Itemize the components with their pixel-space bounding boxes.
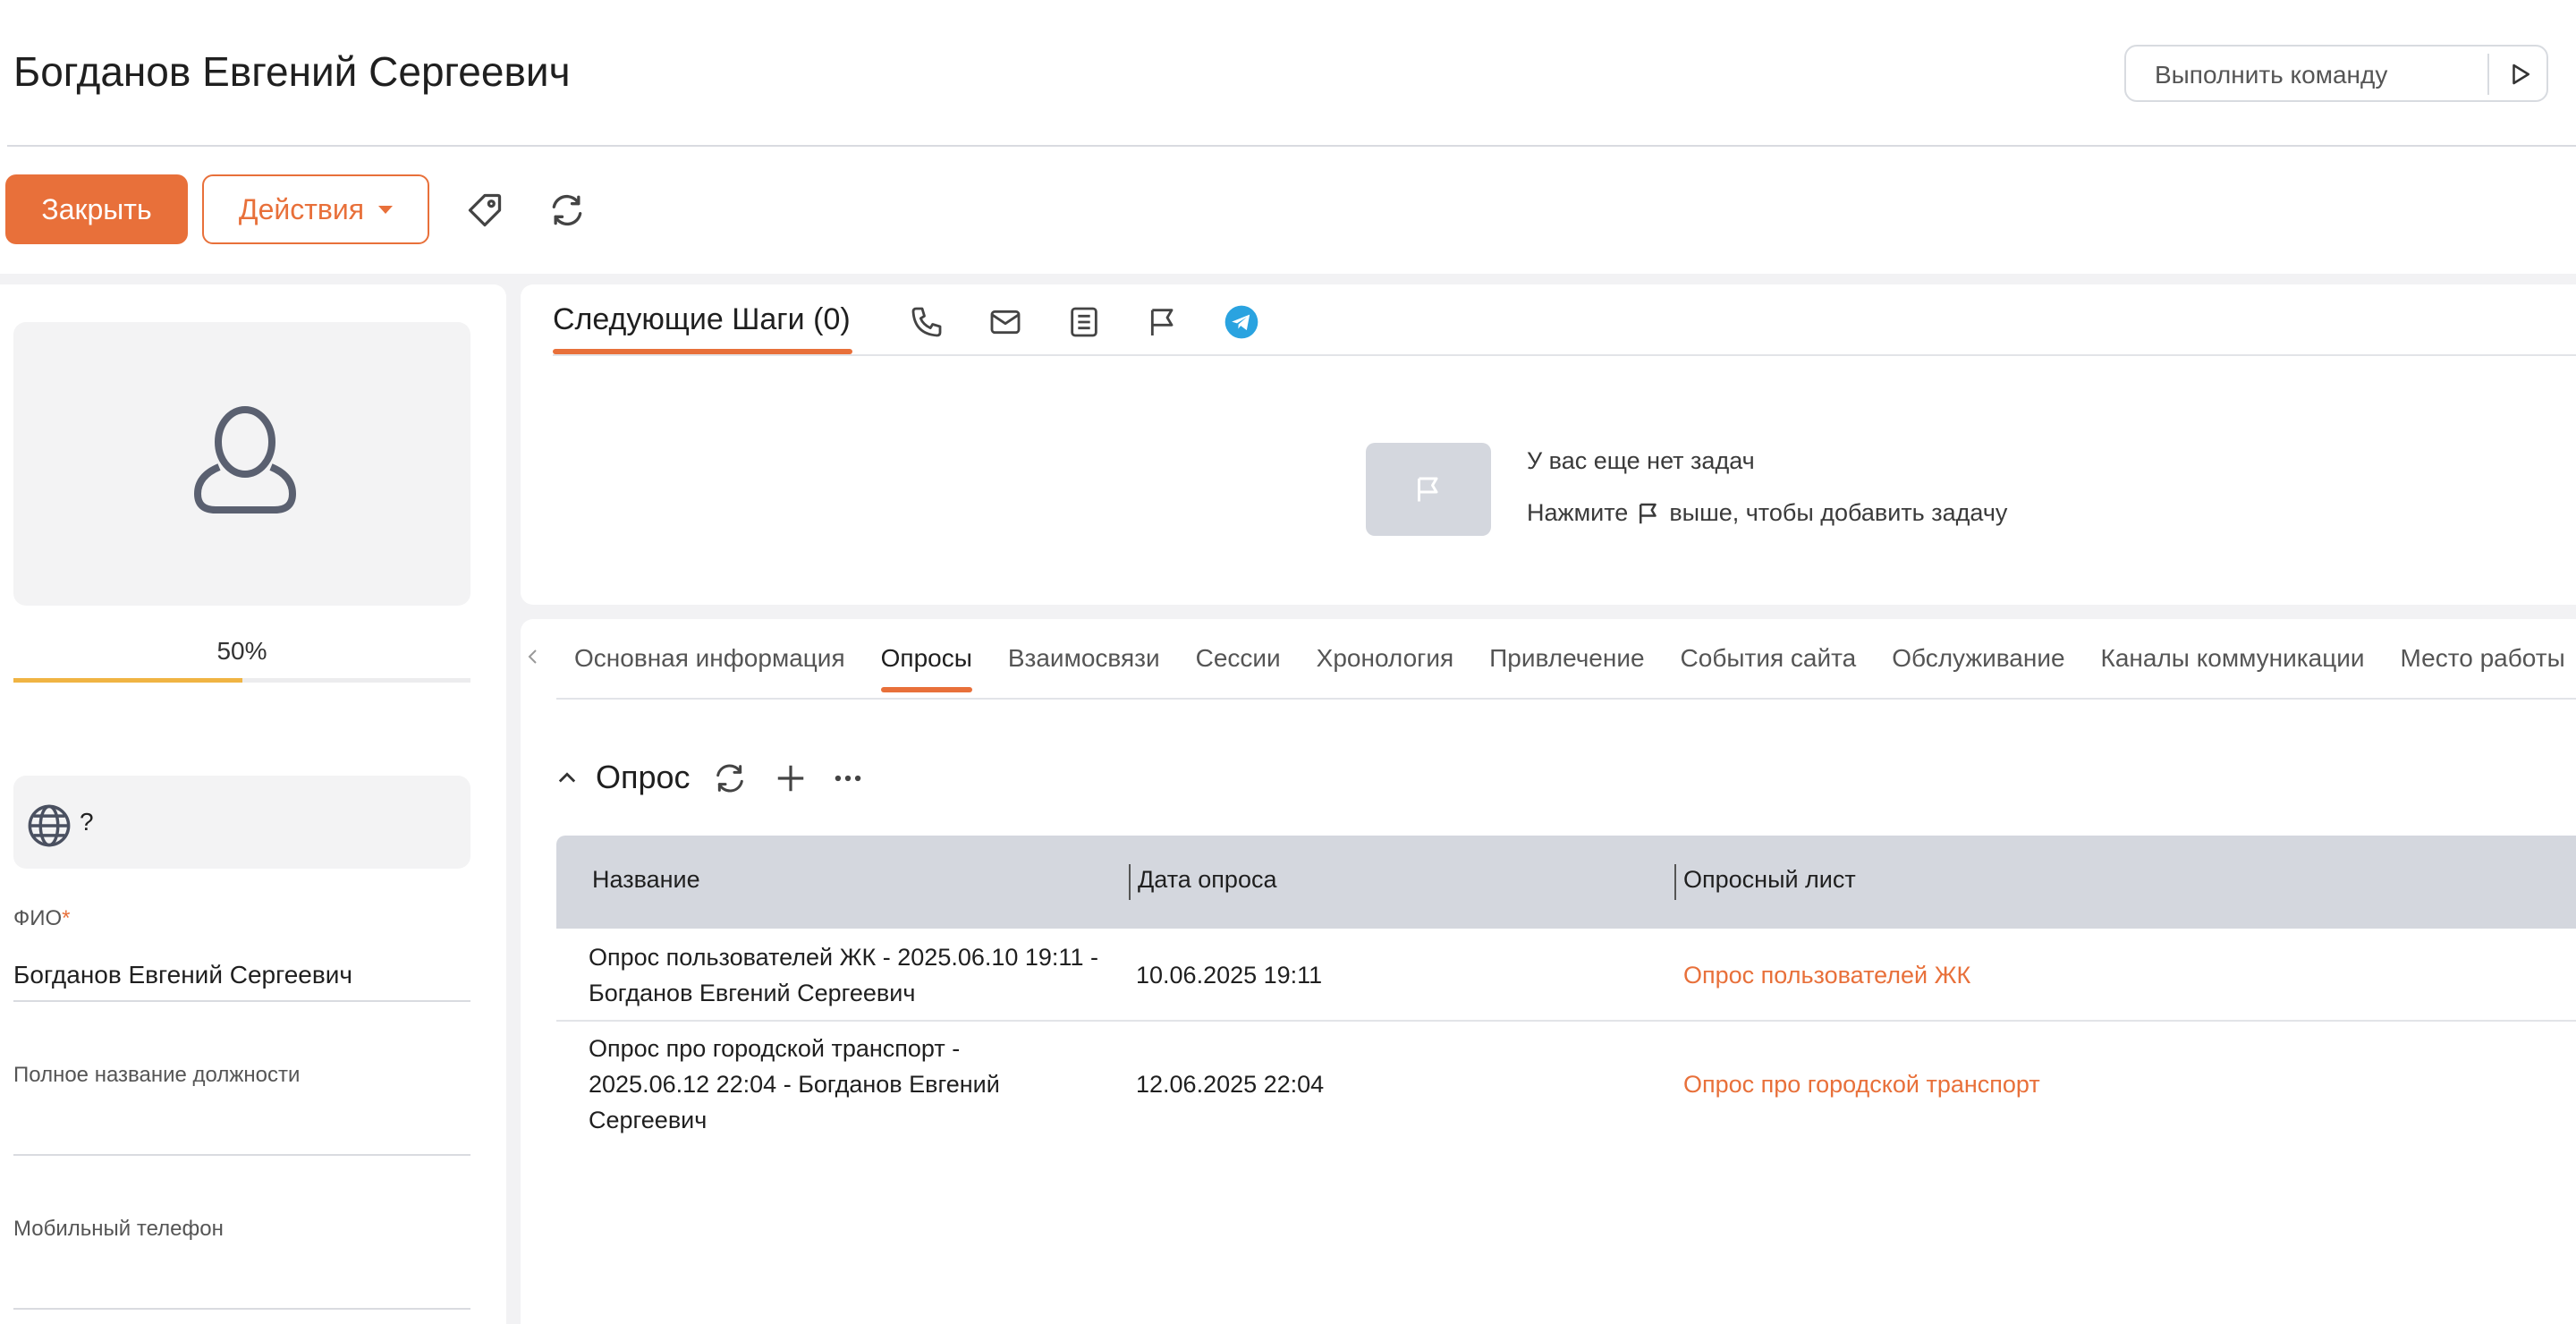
command-separator [2487,54,2489,95]
tab-attraction[interactable]: Привлечение [1471,641,1662,694]
survey-name: Опрос про городской транспорт - 2025.06.… [589,1035,1000,1133]
position-label: Полное название должности [13,1063,301,1087]
chevron-left-icon [528,649,537,664]
section-title: Опрос [596,759,691,795]
avatar[interactable] [13,322,470,606]
add-call-button[interactable] [902,297,952,347]
actions-button[interactable]: Действия [202,174,429,244]
table-row[interactable]: Опрос пользователей ЖК - 2025.06.10 19:1… [556,929,2576,1022]
chevron-down-icon [378,205,394,214]
note-icon [1071,307,1097,337]
flag-icon [1418,477,1438,502]
plus-icon [777,765,804,792]
add-note-button[interactable] [1059,297,1109,347]
survey-date: 12.06.2025 22:04 [1136,1071,1325,1098]
actions-label: Действия [238,192,365,225]
table-header: Название Дата опроса Опросный лист [556,836,2576,929]
empty-hint-before: Нажмите [1527,499,1629,526]
survey-sheet-link[interactable]: Опрос пользователей ЖК [1683,957,1970,993]
mail-icon [990,310,1021,335]
position-field[interactable] [13,1109,470,1145]
refresh-icon [552,194,582,226]
command-box [2124,45,2548,102]
run-command-button[interactable] [2500,54,2541,95]
tab-site-events[interactable]: События сайта [1663,641,1875,694]
position-underline [13,1154,470,1156]
empty-tasks-hint: Нажмите выше, чтобы добавить задачу [1527,499,2007,527]
more-icon [835,775,861,782]
language-selector[interactable]: ? [13,776,470,869]
tag-icon [468,193,502,227]
section-refresh-button[interactable] [705,753,755,803]
tab-timeline[interactable]: Хронология [1299,641,1471,694]
next-steps-divider [553,354,2576,356]
section-more-button[interactable] [823,753,873,803]
fio-label: ФИО* [13,906,71,930]
table-row[interactable]: Опрос про городской транспорт - 2025.06.… [556,1022,2576,1149]
tab-workplace[interactable]: Место работы [2383,641,2576,694]
profile-completeness-bar [13,678,470,683]
language-value: ? [80,808,94,836]
refresh-icon [716,764,743,793]
column-resizer[interactable] [1129,864,1131,900]
add-email-button[interactable] [980,297,1030,347]
chevron-up-icon [558,772,576,783]
command-input[interactable] [2153,57,2496,93]
add-task-button[interactable] [1138,297,1188,347]
empty-tasks-title: У вас еще нет задач [1527,447,1755,474]
close-button[interactable]: Закрыть [5,174,188,244]
tab-relations[interactable]: Взаимосвязи [990,641,1178,694]
play-icon [2512,64,2529,85]
fio-field[interactable]: Богданов Евгений Сергеевич [13,961,352,989]
globe-icon [28,804,71,847]
survey-name: Опрос пользователей ЖК - 2025.06.10 19:1… [589,944,1098,1006]
phone-icon [911,307,942,337]
required-mark: * [62,906,71,930]
fio-underline [13,1000,470,1002]
mobile-field[interactable] [13,1261,470,1297]
next-steps-tab[interactable]: Следующие Шаги (0) [553,302,851,337]
telegram-icon [1224,305,1258,339]
profile-completeness-fill [13,678,242,683]
column-header-sheet[interactable]: Опросный лист [1683,866,1856,894]
tabs-divider [556,698,2576,700]
empty-tasks-illustration [1366,443,1491,536]
tag-button[interactable] [460,185,510,235]
header-divider [7,145,2576,147]
tab-service[interactable]: Обслуживание [1874,641,2082,694]
empty-hint-after: выше, чтобы добавить задачу [1669,499,2008,526]
telegram-button[interactable] [1216,297,1267,347]
profile-completeness-label: 50% [216,637,267,665]
column-header-date[interactable]: Дата опроса [1138,866,1276,894]
tab-sessions[interactable]: Сессии [1178,641,1299,694]
tab-channels[interactable]: Каналы коммуникации [2083,641,2383,694]
tab-main-info[interactable]: Основная информация [556,641,863,694]
mobile-underline [13,1308,470,1310]
column-header-name[interactable]: Название [592,866,700,894]
detail-tabs: Основная информация Опросы Взаимосвязи С… [556,641,2576,694]
survey-sheet-link[interactable]: Опрос про городской транспорт [1683,1066,2040,1102]
page-title: Богданов Евгений Сергеевич [13,48,571,95]
flag-icon [1640,503,1657,523]
survey-date: 10.06.2025 19:11 [1136,962,1323,989]
mobile-label: Мобильный телефон [13,1217,224,1241]
collapse-section-button[interactable] [547,753,587,803]
tab-surveys[interactable]: Опросы [863,641,990,694]
tabs-scroll-left[interactable] [517,632,549,682]
refresh-button[interactable] [542,185,592,235]
flag-icon [1150,309,1174,335]
user-icon [193,406,297,513]
column-resizer[interactable] [1674,864,1676,900]
section-add-button[interactable] [766,753,816,803]
